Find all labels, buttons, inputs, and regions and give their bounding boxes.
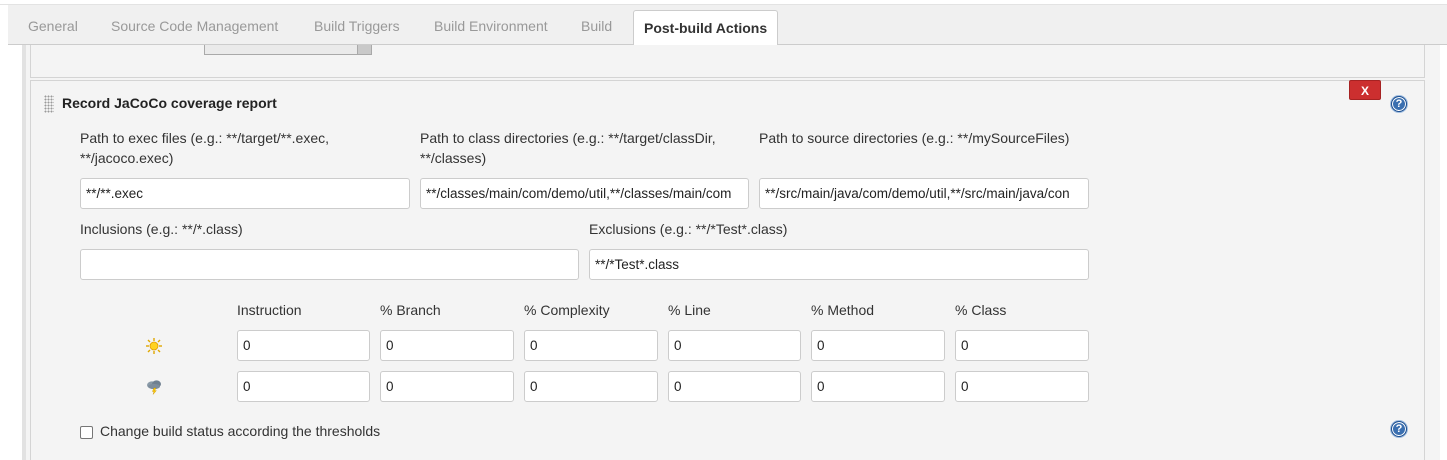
inclusions-label: Inclusions (e.g.: **/*.class)	[80, 221, 243, 237]
help-icon[interactable]: ?	[1391, 421, 1407, 437]
help-icon[interactable]: ?	[1391, 96, 1407, 112]
tab-source-code-management[interactable]: Source Code Management	[111, 5, 278, 45]
header-complexity: % Complexity	[524, 302, 610, 318]
drag-handle-icon[interactable]	[44, 95, 54, 113]
threshold-complexity-healthy[interactable]	[524, 330, 658, 361]
threshold-instruction-unhealthy[interactable]	[237, 371, 370, 402]
header-instruction: Instruction	[237, 302, 302, 318]
threshold-instruction-healthy[interactable]	[237, 330, 370, 361]
exclusions-input[interactable]	[589, 249, 1089, 280]
inclusions-input[interactable]	[80, 249, 579, 280]
stormy-weather-icon	[147, 380, 161, 395]
right-margin	[1440, 45, 1447, 460]
tab-post-build-actions[interactable]: Post-build Actions	[633, 10, 779, 46]
exclusions-label: Exclusions (e.g.: **/*Test*.class)	[589, 221, 788, 237]
header-class: % Class	[955, 302, 1007, 318]
threshold-method-unhealthy[interactable]	[811, 371, 945, 402]
class-dirs-input[interactable]	[420, 178, 749, 209]
exec-files-label-line1: Path to exec files (e.g.: **/target/**.e…	[80, 130, 330, 146]
exec-files-input[interactable]	[80, 178, 410, 209]
class-dirs-label-line1: Path to class directories (e.g.: **/targ…	[420, 130, 716, 146]
section-title: Record JaCoCo coverage report	[62, 95, 277, 111]
threshold-class-unhealthy[interactable]	[955, 371, 1089, 402]
tab-build-environment[interactable]: Build Environment	[434, 5, 548, 45]
threshold-branch-healthy[interactable]	[380, 330, 514, 361]
source-dirs-input[interactable]	[759, 178, 1089, 209]
change-build-status-label: Change build status according the thresh…	[100, 423, 381, 439]
header-method: % Method	[811, 302, 875, 318]
threshold-branch-unhealthy[interactable]	[380, 371, 514, 402]
threshold-class-healthy[interactable]	[955, 330, 1089, 361]
header-line: % Line	[668, 302, 711, 318]
header-branch: % Branch	[380, 302, 441, 318]
threshold-complexity-unhealthy[interactable]	[524, 371, 658, 402]
delete-step-button[interactable]: X	[1349, 80, 1381, 100]
threshold-method-healthy[interactable]	[811, 330, 945, 361]
threshold-line-unhealthy[interactable]	[668, 371, 801, 402]
previous-step-dropdown[interactable]	[204, 45, 372, 55]
change-build-status-checkbox[interactable]	[80, 426, 93, 439]
class-dirs-label-line2: **/classes)	[420, 150, 487, 166]
threshold-line-healthy[interactable]	[668, 330, 801, 361]
exec-files-label-line2: **/jacoco.exec)	[80, 150, 174, 166]
config-tab-bar: General Source Code Management Build Tri…	[8, 5, 1447, 46]
tab-build[interactable]: Build	[581, 5, 612, 45]
tab-build-triggers[interactable]: Build Triggers	[314, 5, 400, 45]
source-dirs-label: Path to source directories (e.g.: **/myS…	[759, 130, 1070, 146]
tab-general[interactable]: General	[28, 5, 78, 45]
sunny-weather-icon	[146, 338, 162, 354]
